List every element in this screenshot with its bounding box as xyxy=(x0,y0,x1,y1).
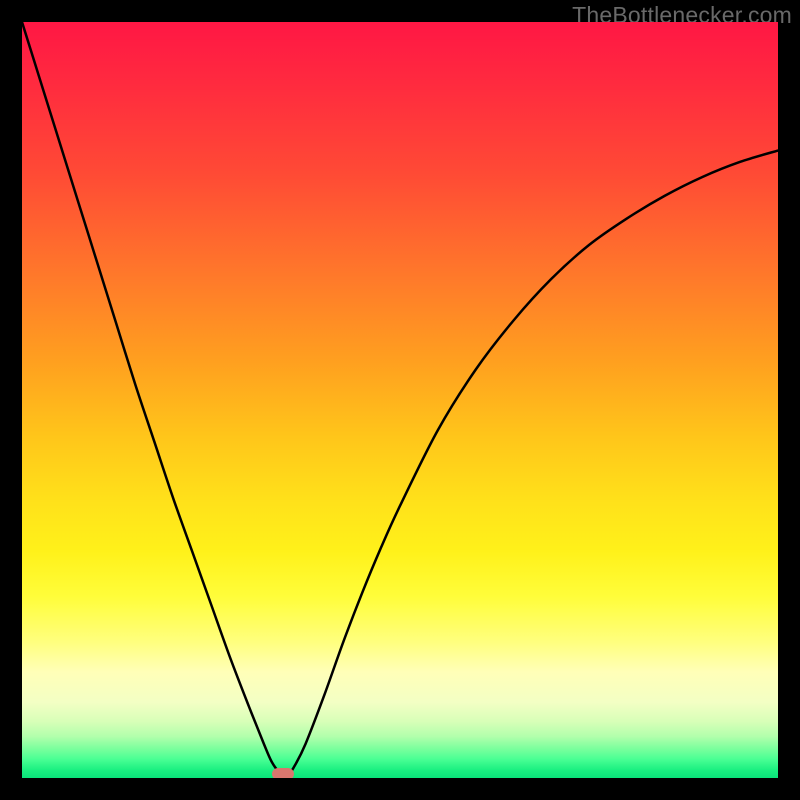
bottleneck-curve xyxy=(22,22,778,778)
chart-stage: TheBottlenecker.com xyxy=(0,0,800,800)
plot-area xyxy=(22,22,778,778)
optimal-point-marker xyxy=(272,768,294,778)
